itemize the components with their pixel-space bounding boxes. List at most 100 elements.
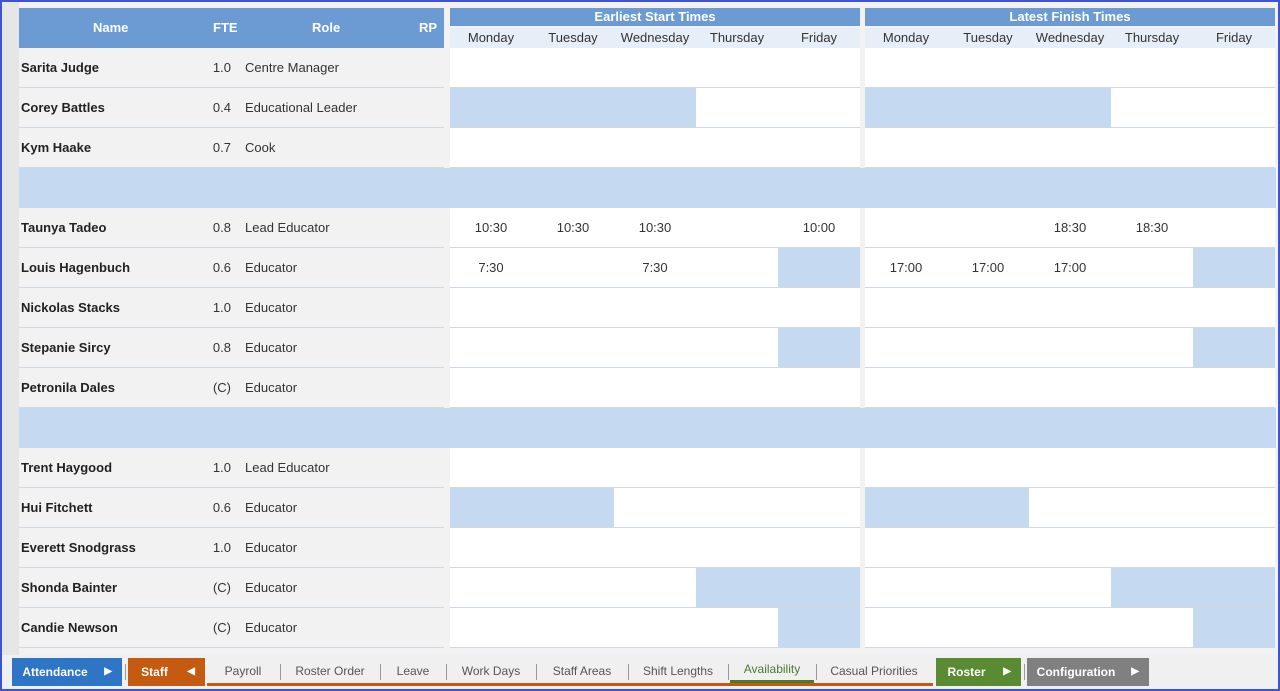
finish-time-cell[interactable] bbox=[865, 288, 947, 327]
finish-time-cell[interactable] bbox=[1193, 248, 1275, 287]
start-time-cell[interactable] bbox=[532, 128, 614, 167]
start-time-cell[interactable] bbox=[614, 608, 696, 647]
finish-time-cell[interactable] bbox=[947, 48, 1029, 87]
staff-fte[interactable]: 1.0 bbox=[191, 60, 231, 75]
start-time-cell[interactable] bbox=[696, 528, 778, 567]
finish-time-cell[interactable] bbox=[865, 448, 947, 487]
staff-name[interactable]: Shonda Bainter bbox=[21, 580, 117, 595]
finish-time-cell[interactable] bbox=[1029, 608, 1111, 647]
start-time-cell[interactable] bbox=[778, 128, 860, 167]
tab-leave[interactable]: Leave bbox=[384, 659, 442, 685]
start-time-cell[interactable] bbox=[532, 448, 614, 487]
start-time-cell[interactable] bbox=[778, 488, 860, 527]
start-time-cell[interactable] bbox=[450, 48, 532, 87]
staff-role[interactable]: Educational Leader bbox=[245, 100, 357, 115]
finish-time-cell[interactable]: 18:30 bbox=[1111, 208, 1193, 247]
start-time-cell[interactable] bbox=[532, 248, 614, 287]
tab-casual-priorities[interactable]: Casual Priorities bbox=[820, 659, 928, 685]
start-time-cell[interactable] bbox=[450, 448, 532, 487]
start-time-cell[interactable] bbox=[696, 488, 778, 527]
finish-time-cell[interactable] bbox=[1029, 328, 1111, 367]
finish-time-cell[interactable] bbox=[1111, 368, 1193, 407]
finish-time-cell[interactable] bbox=[947, 368, 1029, 407]
finish-time-cell[interactable] bbox=[947, 528, 1029, 567]
start-time-cell[interactable]: 10:30 bbox=[532, 208, 614, 247]
finish-time-cell[interactable] bbox=[947, 288, 1029, 327]
start-time-cell[interactable] bbox=[696, 88, 778, 127]
finish-time-cell[interactable] bbox=[1193, 328, 1275, 367]
staff-tab[interactable]: Staff ◀ bbox=[128, 658, 205, 686]
finish-time-cell[interactable] bbox=[1029, 128, 1111, 167]
start-time-cell[interactable] bbox=[696, 568, 778, 607]
staff-role[interactable]: Educator bbox=[245, 580, 297, 595]
finish-time-cell[interactable] bbox=[1111, 528, 1193, 567]
staff-role[interactable]: Lead Educator bbox=[245, 220, 330, 235]
start-time-cell[interactable] bbox=[778, 288, 860, 327]
finish-time-cell[interactable] bbox=[1193, 488, 1275, 527]
start-time-cell[interactable] bbox=[778, 368, 860, 407]
staff-fte[interactable]: 0.8 bbox=[191, 220, 231, 235]
finish-time-cell[interactable] bbox=[947, 128, 1029, 167]
start-time-cell[interactable] bbox=[614, 288, 696, 327]
tab-shift-lengths[interactable]: Shift Lengths bbox=[632, 659, 724, 685]
finish-time-cell[interactable] bbox=[1193, 528, 1275, 567]
start-time-cell[interactable] bbox=[450, 288, 532, 327]
finish-time-cell[interactable] bbox=[1193, 368, 1275, 407]
staff-role[interactable]: Lead Educator bbox=[245, 460, 330, 475]
start-time-cell[interactable] bbox=[450, 568, 532, 607]
finish-time-cell[interactable] bbox=[1111, 608, 1193, 647]
start-time-cell[interactable] bbox=[696, 288, 778, 327]
start-time-cell[interactable] bbox=[532, 568, 614, 607]
staff-fte[interactable]: (C) bbox=[191, 620, 231, 635]
roster-tab[interactable]: Roster ▶ bbox=[936, 658, 1021, 686]
start-time-cell[interactable] bbox=[614, 368, 696, 407]
finish-time-cell[interactable]: 18:30 bbox=[1029, 208, 1111, 247]
finish-time-cell[interactable] bbox=[1111, 328, 1193, 367]
finish-time-cell[interactable] bbox=[947, 328, 1029, 367]
staff-fte[interactable]: 0.6 bbox=[191, 500, 231, 515]
finish-time-cell[interactable] bbox=[1111, 288, 1193, 327]
finish-time-cell[interactable] bbox=[1193, 448, 1275, 487]
staff-name[interactable]: Everett Snodgrass bbox=[21, 540, 136, 555]
staff-role[interactable]: Educator bbox=[245, 540, 297, 555]
start-time-cell[interactable] bbox=[450, 128, 532, 167]
tab-staff-areas[interactable]: Staff Areas bbox=[540, 659, 624, 685]
staff-fte[interactable]: 1.0 bbox=[191, 540, 231, 555]
finish-time-cell[interactable] bbox=[1111, 488, 1193, 527]
finish-time-cell[interactable] bbox=[865, 208, 947, 247]
finish-time-cell[interactable] bbox=[865, 128, 947, 167]
start-time-cell[interactable] bbox=[614, 448, 696, 487]
staff-name[interactable]: Trent Haygood bbox=[21, 460, 112, 475]
start-time-cell[interactable] bbox=[778, 568, 860, 607]
start-time-cell[interactable] bbox=[614, 48, 696, 87]
staff-role[interactable]: Educator bbox=[245, 340, 297, 355]
staff-name[interactable]: Stepanie Sircy bbox=[21, 340, 111, 355]
staff-role[interactable]: Centre Manager bbox=[245, 60, 339, 75]
staff-role[interactable]: Educator bbox=[245, 500, 297, 515]
start-time-cell[interactable] bbox=[532, 288, 614, 327]
staff-fte[interactable]: 1.0 bbox=[191, 300, 231, 315]
start-time-cell[interactable] bbox=[778, 88, 860, 127]
finish-time-cell[interactable] bbox=[1193, 288, 1275, 327]
finish-time-cell[interactable] bbox=[1111, 568, 1193, 607]
start-time-cell[interactable] bbox=[532, 608, 614, 647]
start-time-cell[interactable] bbox=[696, 448, 778, 487]
finish-time-cell[interactable]: 17:00 bbox=[1029, 248, 1111, 287]
finish-time-cell[interactable] bbox=[947, 568, 1029, 607]
start-time-cell[interactable] bbox=[532, 488, 614, 527]
start-time-cell[interactable] bbox=[532, 48, 614, 87]
start-time-cell[interactable]: 7:30 bbox=[614, 248, 696, 287]
start-time-cell[interactable] bbox=[614, 128, 696, 167]
start-time-cell[interactable] bbox=[696, 608, 778, 647]
staff-fte[interactable]: 0.4 bbox=[191, 100, 231, 115]
finish-time-cell[interactable] bbox=[1111, 448, 1193, 487]
start-time-cell[interactable] bbox=[614, 488, 696, 527]
finish-time-cell[interactable] bbox=[865, 88, 947, 127]
staff-role[interactable]: Educator bbox=[245, 620, 297, 635]
start-time-cell[interactable] bbox=[696, 128, 778, 167]
start-time-cell[interactable] bbox=[696, 328, 778, 367]
start-time-cell[interactable] bbox=[450, 328, 532, 367]
finish-time-cell[interactable] bbox=[947, 208, 1029, 247]
start-time-cell[interactable] bbox=[696, 248, 778, 287]
staff-name[interactable]: Taunya Tadeo bbox=[21, 220, 106, 235]
